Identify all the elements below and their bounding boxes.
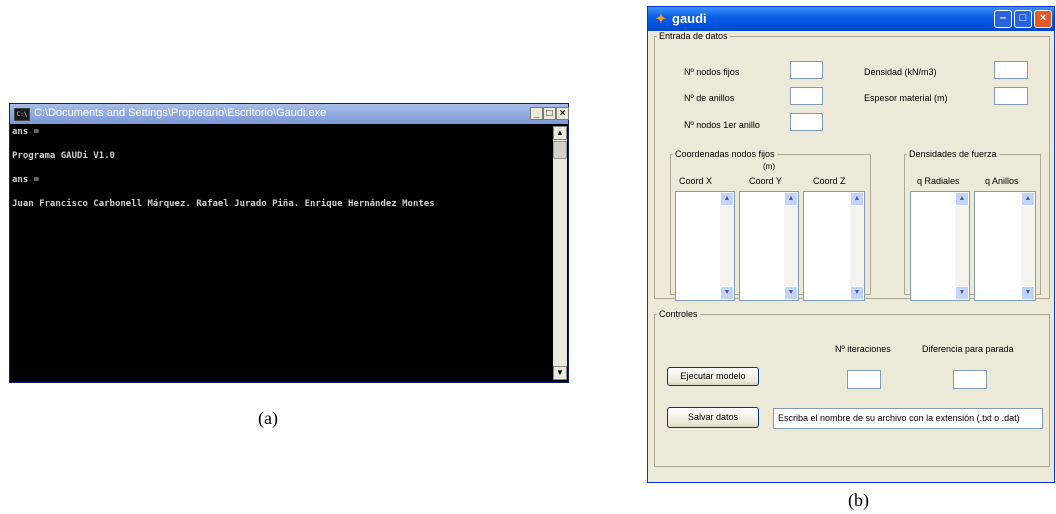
- coord-x-listbox[interactable]: ▲ ▼: [675, 191, 735, 301]
- console-line: Juan Francisco Carbonell Márquez. Rafael…: [12, 199, 435, 209]
- gaudi-body: Entrada de datos Nº nodos fijos Nº de an…: [651, 31, 1051, 479]
- chevron-down-icon[interactable]: ▼: [850, 286, 864, 300]
- coord-z-listbox[interactable]: ▲ ▼: [803, 191, 865, 301]
- chevron-up-icon[interactable]: ▲: [955, 192, 969, 206]
- controles-legend: Controles: [659, 309, 698, 319]
- salvar-datos-button[interactable]: Salvar datos: [667, 407, 759, 428]
- gaudi-title-bar[interactable]: ✦ gaudi – □ ×: [648, 7, 1054, 31]
- console-line: ans =: [12, 127, 40, 137]
- coord-x-header: Coord X: [679, 176, 713, 186]
- ejecutar-modelo-button[interactable]: Ejecutar modelo: [667, 367, 759, 386]
- maximize-icon[interactable]: □: [1014, 10, 1032, 28]
- listbox-scrollbar[interactable]: ▲ ▼: [784, 192, 798, 300]
- chevron-up-icon[interactable]: ▲: [1021, 192, 1035, 206]
- console-close-button[interactable]: ×: [556, 107, 569, 120]
- listbox-scrollbar[interactable]: ▲ ▼: [1021, 192, 1035, 300]
- console-line: Programa GAUDi V1.0: [12, 151, 115, 161]
- caption-b: (b): [848, 490, 869, 510]
- iteraciones-label: Nº iteraciones: [835, 344, 891, 354]
- q-radiales-listbox[interactable]: ▲ ▼: [910, 191, 970, 301]
- chevron-down-icon[interactable]: ▼: [1021, 286, 1035, 300]
- scroll-down-arrow-icon[interactable]: ▼: [553, 366, 567, 380]
- densidades-legend: Densidades de fuerza: [909, 149, 997, 159]
- console-scroll-thumb[interactable]: [553, 141, 567, 159]
- matlab-icon[interactable]: ✦: [654, 12, 668, 26]
- q-anillos-listbox[interactable]: ▲ ▼: [974, 191, 1036, 301]
- caption-a: (a): [258, 408, 278, 428]
- listbox-scrollbar[interactable]: ▲ ▼: [955, 192, 969, 300]
- console-scrollbar[interactable]: ▲ ▼: [553, 126, 567, 380]
- listbox-scrollbar[interactable]: ▲ ▼: [850, 192, 864, 300]
- console-minimize-button[interactable]: _: [530, 107, 543, 120]
- coord-z-header: Coord Z: [813, 176, 846, 186]
- console-title: C:\Documents and Settings\Propietario\Es…: [34, 107, 327, 119]
- densidad-label: Densidad (kN/m3): [864, 67, 937, 77]
- gaudi-title: gaudi: [672, 11, 707, 26]
- diferencia-label: Diferencia para parada: [922, 344, 1014, 354]
- q-radiales-header: q Radiales: [917, 176, 960, 186]
- diferencia-input[interactable]: [953, 370, 987, 389]
- nodos-1er-anillo-label: Nº nodos 1er anillo: [684, 120, 760, 130]
- nodos-1er-anillo-input[interactable]: [790, 113, 823, 131]
- filename-input[interactable]: Escriba el nombre de su archivo con la e…: [773, 408, 1043, 429]
- anillos-input[interactable]: [790, 87, 823, 105]
- densidad-input[interactable]: [994, 61, 1028, 79]
- gaudi-window: ✦ gaudi – □ × Entrada de datos Nº nodos …: [647, 6, 1055, 483]
- console-maximize-button[interactable]: □: [543, 107, 556, 120]
- espesor-input[interactable]: [994, 87, 1028, 105]
- anillos-label: Nº de anillos: [684, 93, 735, 103]
- chevron-down-icon[interactable]: ▼: [784, 286, 798, 300]
- console-line: ans =: [12, 175, 40, 185]
- minimize-icon[interactable]: –: [994, 10, 1012, 28]
- chevron-down-icon[interactable]: ▼: [720, 286, 734, 300]
- chevron-up-icon[interactable]: ▲: [784, 192, 798, 206]
- coord-y-listbox[interactable]: ▲ ▼: [739, 191, 799, 301]
- close-icon[interactable]: ×: [1034, 10, 1052, 28]
- chevron-up-icon[interactable]: ▲: [850, 192, 864, 206]
- coord-y-header: Coord Y: [749, 176, 782, 186]
- nodos-fijos-label: Nº nodos fijos: [684, 67, 740, 77]
- console-system-icon[interactable]: C:\: [14, 108, 30, 121]
- q-anillos-header: q Anillos: [985, 176, 1019, 186]
- console-title-bar[interactable]: C:\ C:\Documents and Settings\Propietari…: [10, 104, 569, 124]
- coordenadas-legend: Coordenadas nodos fijos: [675, 149, 775, 159]
- chevron-down-icon[interactable]: ▼: [955, 286, 969, 300]
- scroll-up-arrow-icon[interactable]: ▲: [553, 126, 567, 140]
- console-window: C:\ C:\Documents and Settings\Propietari…: [9, 103, 569, 383]
- iteraciones-input[interactable]: [847, 370, 881, 389]
- nodos-fijos-input[interactable]: [790, 61, 823, 79]
- console-output: ans = Programa GAUDi V1.0 ans = Juan Fra…: [12, 126, 552, 380]
- chevron-up-icon[interactable]: ▲: [720, 192, 734, 206]
- coordenadas-unit: (m): [763, 162, 775, 171]
- listbox-scrollbar[interactable]: ▲ ▼: [720, 192, 734, 300]
- entrada-datos-legend: Entrada de datos: [659, 31, 728, 41]
- espesor-label: Espesor material (m): [864, 93, 948, 103]
